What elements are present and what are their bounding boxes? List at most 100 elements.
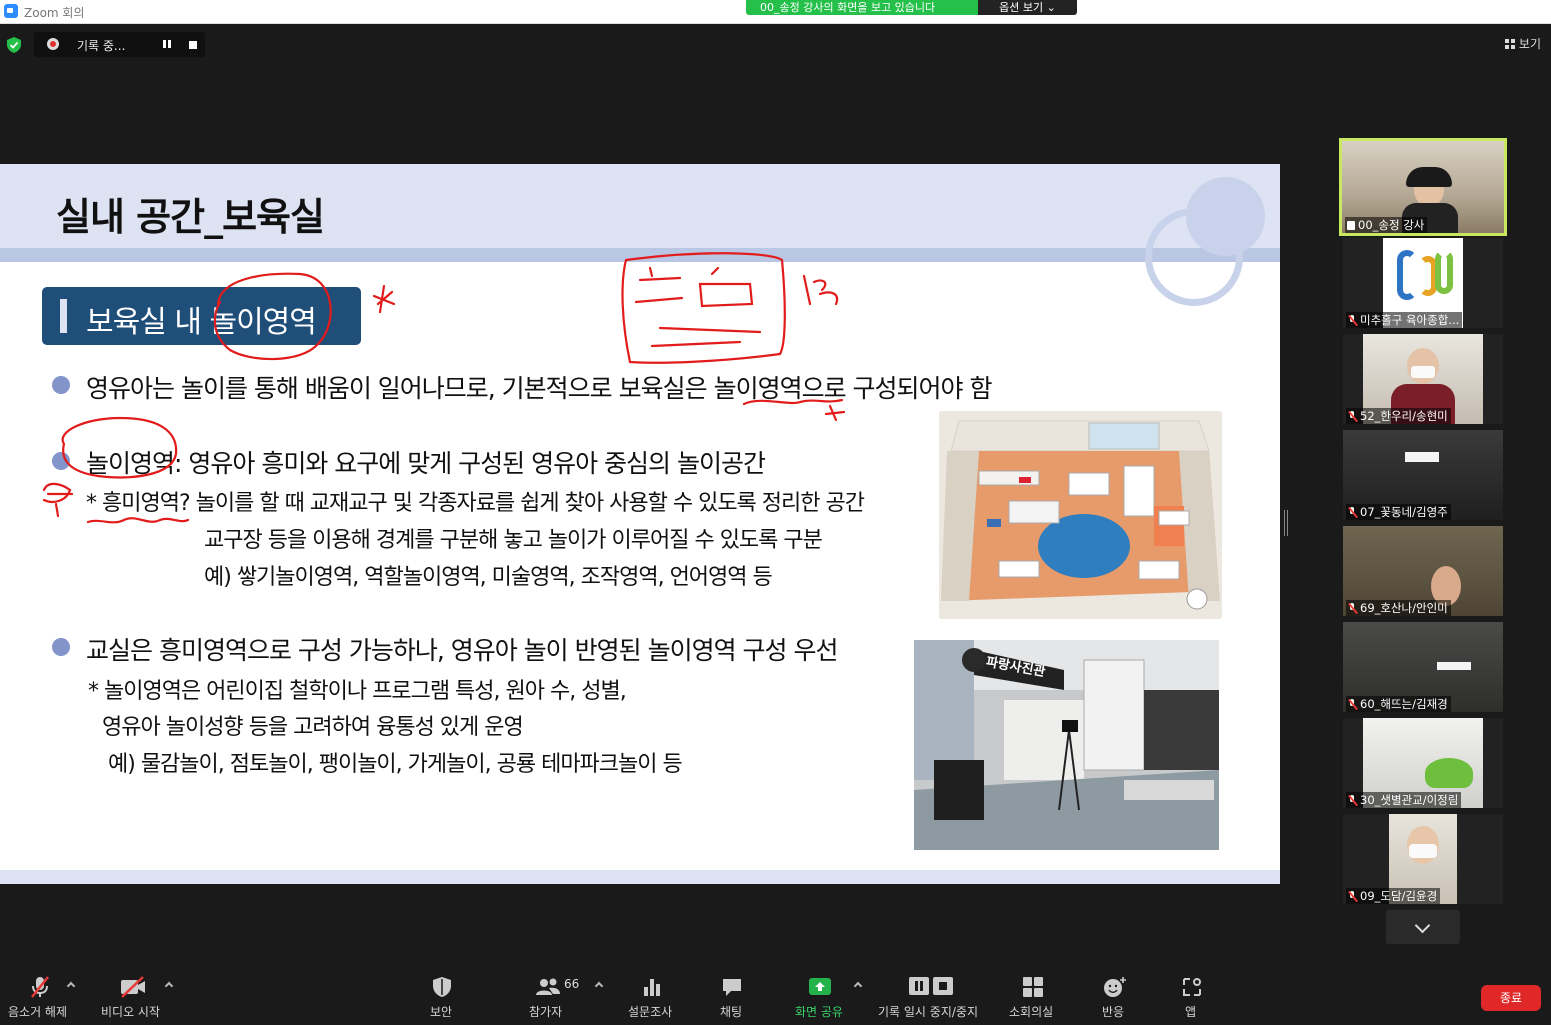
view-button[interactable]: 보기 — [1504, 35, 1541, 52]
chat-bubble-icon — [723, 979, 741, 996]
bullet-1-text: 영유아는 놀이를 통해 배움이 일어나므로, 기본적으로 보육실은 놀이영역으로… — [86, 374, 992, 403]
bullet-2-text: 놀이영역: 영유아 흥미와 요구에 맞게 구성된 영유아 중심의 놀이공간 — [86, 449, 766, 478]
participant-name-label: 60_해뜨는/김재경 — [1346, 696, 1451, 712]
view-options-button[interactable]: 옵션 보기 ⌄ — [978, 0, 1077, 15]
grid-view-icon — [1504, 38, 1515, 49]
recording-dot-icon — [47, 38, 59, 50]
bullet-2-sub-3: 예) 쌓기놀이영역, 역할놀이영역, 미술영역, 조작영역, 언어영역 등 — [204, 565, 773, 590]
mic-muted-icon — [1348, 698, 1357, 710]
bullet-3-sub-3: 예) 물감놀이, 점토놀이, 팽이놀이, 가게놀이, 공룡 테마파크놀이 등 — [108, 752, 683, 777]
recording-indicator: 기록 중... — [34, 32, 205, 57]
bullet-dot — [52, 376, 70, 394]
apps-button[interactable]: 앱 — [1174, 965, 1210, 1025]
participant-tile[interactable]: 52_한우리/송현미 — [1343, 334, 1503, 424]
polls-button[interactable]: 설문조사 — [626, 965, 678, 1025]
video-off-icon — [121, 976, 145, 998]
reactions-smiley-icon — [1104, 977, 1126, 997]
pause-stop-icon — [909, 977, 953, 995]
start-video-label: 비디오 시작 — [101, 1005, 161, 1019]
screen-share-banner: 00_송정 강사의 화면을 보고 있습니다 옵션 보기 ⌄ — [746, 0, 1077, 15]
apps-icon — [1183, 978, 1201, 996]
participant-name: 69_호산나/안인미 — [1360, 601, 1448, 615]
participant-name: 00_송정 강사 — [1358, 218, 1425, 232]
mic-muted-icon — [1348, 602, 1357, 614]
participant-tile[interactable]: 69_호산나/안인미 — [1343, 526, 1503, 616]
participant-name: 30_샛별관교/이정림 — [1360, 793, 1459, 807]
reactions-button[interactable]: 반응 — [1094, 965, 1134, 1025]
mic-muted-icon — [1348, 314, 1357, 326]
share-options-caret-icon[interactable] — [853, 981, 863, 991]
mic-muted-icon — [1348, 794, 1357, 806]
section-bar — [60, 299, 67, 333]
gallery-next-page-button[interactable] — [1386, 910, 1460, 944]
participants-options-caret-icon[interactable] — [594, 981, 604, 991]
security-shield-icon — [433, 977, 451, 997]
bullet-3-text: 교실은 흥미영역으로 구성 가능하나, 영유아 놀이 반영된 놀이영역 구성 우… — [86, 636, 838, 665]
mic-muted-icon — [31, 976, 49, 998]
meeting-toolbar: 음소거 해제 비디오 시작 보안 66 참가자 설문조사 채팅 화면 공유 기록… — [0, 965, 1551, 1025]
view-label: 보기 — [1518, 37, 1541, 51]
participant-tile[interactable]: 30_샛별관교/이정림 — [1343, 718, 1503, 808]
breakout-rooms-button[interactable]: 소회의실 — [1005, 965, 1061, 1025]
apps-label: 앱 — [1185, 1005, 1197, 1019]
participants-label: 참가자 — [529, 1005, 563, 1019]
participant-name: 60_해뜨는/김재경 — [1360, 697, 1448, 711]
participant-tile[interactable]: 07_꽃동네/김영주 — [1343, 430, 1503, 520]
reactions-label: 반응 — [1102, 1005, 1125, 1019]
start-video-button[interactable]: 비디오 시작 — [95, 965, 175, 1025]
participant-tile[interactable]: 미추홀구 육아종합... — [1343, 238, 1503, 328]
participant-tile[interactable]: 09_도담/김윤경 — [1343, 814, 1503, 904]
participant-name-label: 09_도담/김윤경 — [1346, 888, 1441, 904]
shared-screen-slide: 실내 공간_보육실 보육실 내 놀이영역 영유아는 놀이를 통해 배움이 일어나… — [0, 164, 1280, 884]
section-label-box: 보육실 내 놀이영역 — [42, 287, 361, 345]
unmute-label: 음소거 해제 — [8, 1005, 68, 1019]
breakout-rooms-icon — [1023, 977, 1043, 997]
participant-name-label: 00_송정 강사 — [1345, 217, 1428, 233]
share-banner-message: 00_송정 강사의 화면을 보고 있습니다 — [746, 0, 978, 15]
speaker-icon — [1347, 220, 1355, 230]
participant-name: 미추홀구 육아종합... — [1360, 313, 1460, 327]
stop-recording-icon[interactable] — [189, 41, 197, 49]
pause-recording-label: 기록 일시 중지/중지 — [878, 1005, 978, 1019]
participant-name: 07_꽃동네/김영주 — [1360, 505, 1448, 519]
bullet-2-sub-2: 교구장 등을 이용해 경계를 구분해 놓고 놀이가 이루어질 수 있도록 구분 — [204, 528, 823, 553]
slide-footer-band — [0, 870, 1280, 884]
zoom-app-icon — [4, 4, 18, 18]
bullet-3-sub-1: * 놀이영역은 어린이집 철학이나 프로그램 특성, 원아 수, 성별, — [88, 679, 627, 704]
mic-muted-icon — [1348, 890, 1357, 902]
encryption-shield-icon[interactable] — [7, 37, 21, 53]
participants-icon — [536, 978, 560, 995]
slide-header-stripe — [0, 248, 1280, 262]
classroom-layout-image — [939, 411, 1222, 619]
participant-name-label: 52_한우리/송현미 — [1346, 408, 1451, 424]
participant-tile[interactable]: 00_송정 강사 — [1339, 138, 1507, 236]
pause-stop-recording-button[interactable]: 기록 일시 중지/중지 — [876, 965, 986, 1025]
participant-tile[interactable]: 60_해뜨는/김재경 — [1343, 622, 1503, 712]
mic-muted-icon — [1348, 410, 1357, 422]
participants-count: 66 — [564, 977, 580, 991]
end-meeting-button[interactable]: 종료 — [1481, 985, 1541, 1011]
slide-decor-circle — [1186, 177, 1265, 256]
share-screen-icon — [809, 978, 831, 995]
bullet-3-sub-2: 영유아 놀이성향 등을 고려하여 융통성 있게 운영 — [102, 715, 524, 740]
participant-name-label: 69_호산나/안인미 — [1346, 600, 1451, 616]
pause-recording-icon[interactable] — [162, 39, 172, 49]
meeting-topbar: 기록 중... 보기 — [0, 24, 1551, 64]
chat-button[interactable]: 채팅 — [712, 965, 752, 1025]
chat-label: 채팅 — [720, 1005, 743, 1019]
panel-resize-handle[interactable] — [1284, 510, 1288, 536]
unmute-button[interactable]: 음소거 해제 — [0, 965, 80, 1025]
bullet-2-sub-1: * 흥미영역? 놀이를 할 때 교재교구 및 각종자료를 쉽게 찾아 사용할 수… — [86, 491, 865, 516]
participants-button[interactable]: 66 참가자 — [520, 965, 580, 1025]
security-label: 보안 — [430, 1005, 453, 1019]
participant-name: 09_도담/김윤경 — [1360, 889, 1438, 903]
security-button[interactable]: 보안 — [420, 965, 464, 1025]
participant-name-label: 30_샛별관교/이정림 — [1346, 792, 1462, 808]
recording-label: 기록 중... — [77, 39, 126, 53]
share-screen-button[interactable]: 화면 공유 — [790, 965, 850, 1025]
bullet-dot — [52, 452, 70, 470]
slide-title: 실내 공간_보육실 — [56, 195, 325, 239]
participant-name-label: 미추홀구 육아종합... — [1346, 312, 1463, 328]
polls-label: 설문조사 — [628, 1005, 673, 1019]
window-title: Zoom 회의 — [24, 6, 85, 20]
